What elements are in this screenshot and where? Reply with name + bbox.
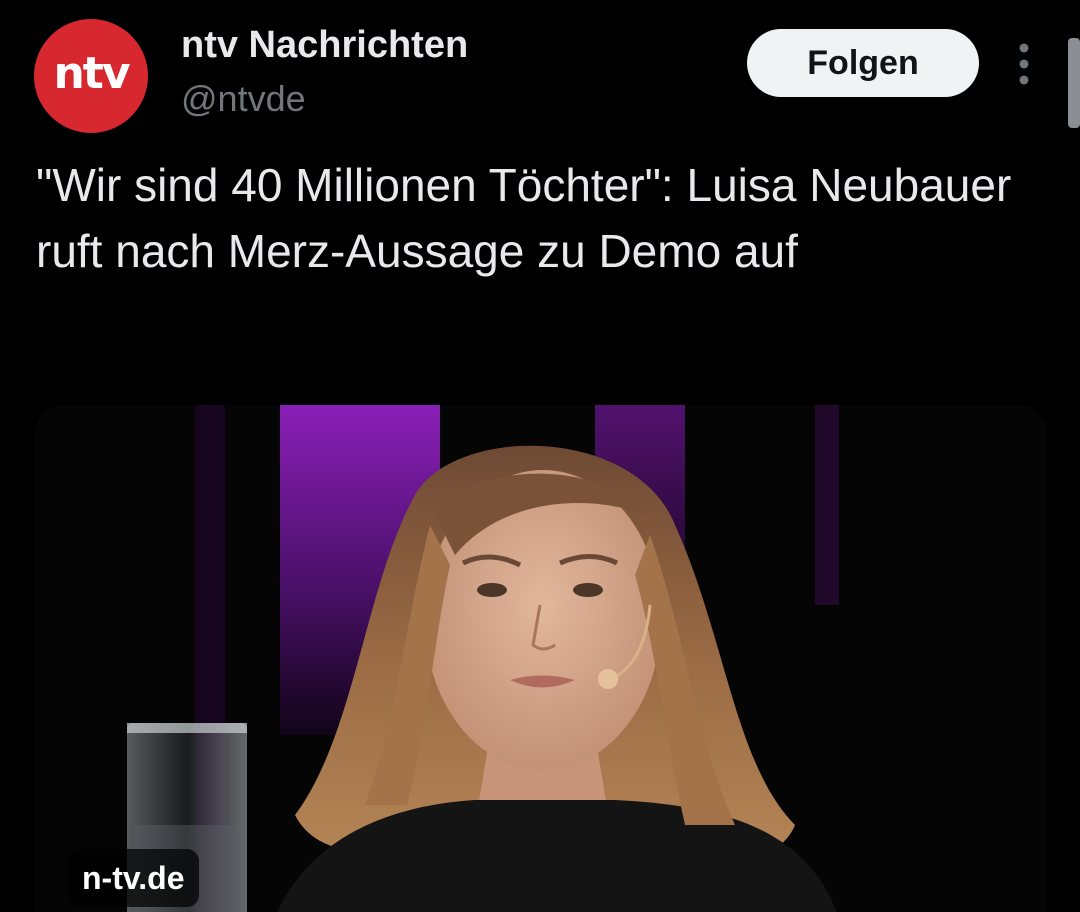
post-image[interactable] xyxy=(35,405,1047,912)
more-options-icon[interactable] xyxy=(1008,40,1040,88)
account-avatar[interactable]: ntv xyxy=(34,19,148,133)
avatar-logo-text: ntv xyxy=(53,47,130,99)
post: ntv ntv Nachrichten @ntvde Folgen "Wir s… xyxy=(0,0,1080,912)
source-domain-badge[interactable]: n-tv.de xyxy=(68,849,199,907)
photo-illustration xyxy=(35,405,1047,912)
account-display-name[interactable]: ntv Nachrichten xyxy=(181,24,468,67)
scrollbar[interactable] xyxy=(1068,38,1080,128)
account-handle[interactable]: @ntvde xyxy=(181,78,306,120)
post-text: "Wir sind 40 Millionen Töchter": Luisa N… xyxy=(36,159,1012,277)
follow-button[interactable]: Folgen xyxy=(747,29,979,97)
